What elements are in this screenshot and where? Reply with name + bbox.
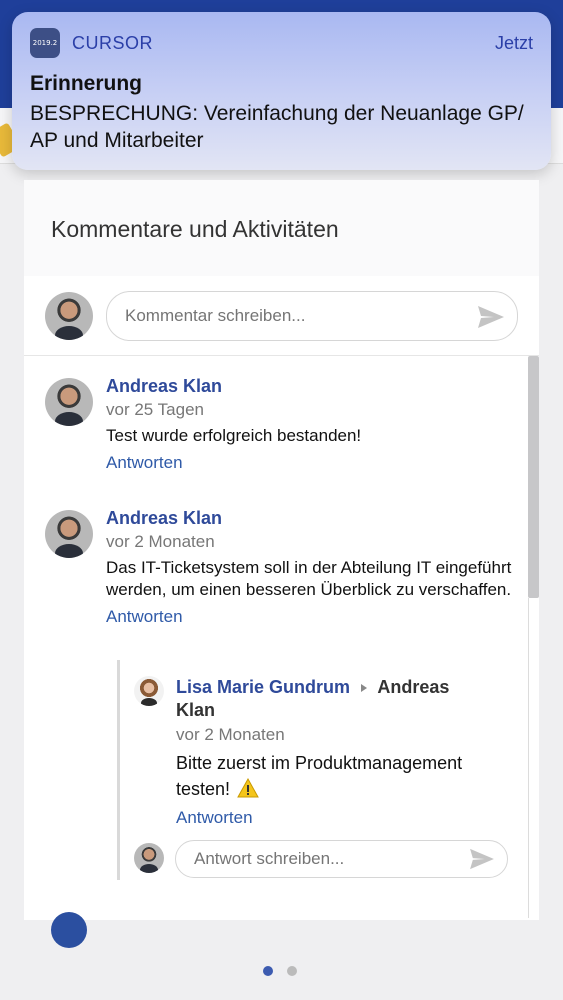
avatar [45, 378, 93, 426]
scrollbar-thumb[interactable] [528, 356, 539, 598]
reply-author[interactable]: Lisa Marie Gundrum [176, 677, 350, 697]
comment-input[interactable] [125, 306, 499, 326]
comment-input-wrapper[interactable] [106, 291, 518, 341]
comments-card: Kommentare und Aktivitäten Andreas Klan … [24, 180, 539, 920]
page-dot-2[interactable] [287, 966, 297, 976]
avatar [45, 510, 93, 558]
warning-icon [237, 777, 259, 798]
notification-body: BESPRECHUNG: Vereinfachung der Neuanlage… [30, 102, 524, 152]
comment-composer [24, 276, 539, 356]
notification-app-name: CURSOR [72, 32, 154, 53]
avatar [45, 292, 93, 340]
send-icon[interactable] [469, 848, 495, 870]
send-icon[interactable] [477, 305, 505, 329]
comment-author[interactable]: Andreas Klan [106, 376, 516, 397]
reply-text: Bitte zuerst im Produktmanagement testen… [176, 753, 463, 799]
avatar [134, 843, 164, 873]
reply-input-wrapper[interactable] [175, 840, 508, 878]
notification-time: Jetzt [494, 32, 533, 53]
reply-link[interactable]: Antworten [176, 808, 253, 828]
comment-text: Das IT-Ticketsystem soll in der Abteilun… [106, 558, 512, 599]
reply-input[interactable] [194, 849, 489, 869]
notification-title: Erinnerung [30, 72, 143, 95]
notification-header: 2019.2 CURSOR Jetzt [30, 28, 533, 58]
section-title: Kommentare und Aktivitäten [24, 180, 539, 276]
reply-link[interactable]: Antworten [106, 453, 183, 473]
reply-thread: Lisa Marie Gundrum Andreas Klan vor 2 Mo… [117, 660, 527, 880]
comment-author[interactable]: Andreas Klan [106, 508, 516, 529]
notification-banner[interactable]: 2019.2 CURSOR Jetzt Erinnerung BESPRECHU… [12, 12, 551, 170]
avatar [51, 912, 87, 948]
page-dot-1[interactable] [263, 966, 273, 976]
comment-time: vor 25 Tagen [106, 400, 204, 419]
app-icon: 2019.2 [30, 28, 60, 58]
avatar [134, 676, 164, 706]
reply-time: vor 2 Monaten [176, 725, 285, 744]
scrollbar-track[interactable] [528, 598, 539, 918]
page-indicator[interactable] [263, 966, 297, 976]
caret-right-icon [361, 684, 368, 693]
reply-header: Lisa Marie Gundrum Andreas Klan [176, 676, 476, 722]
comment-time: vor 2 Monaten [106, 532, 215, 551]
reply-link[interactable]: Antworten [106, 607, 183, 627]
comment-text: Test wurde erfolgreich bestanden! [106, 426, 362, 445]
